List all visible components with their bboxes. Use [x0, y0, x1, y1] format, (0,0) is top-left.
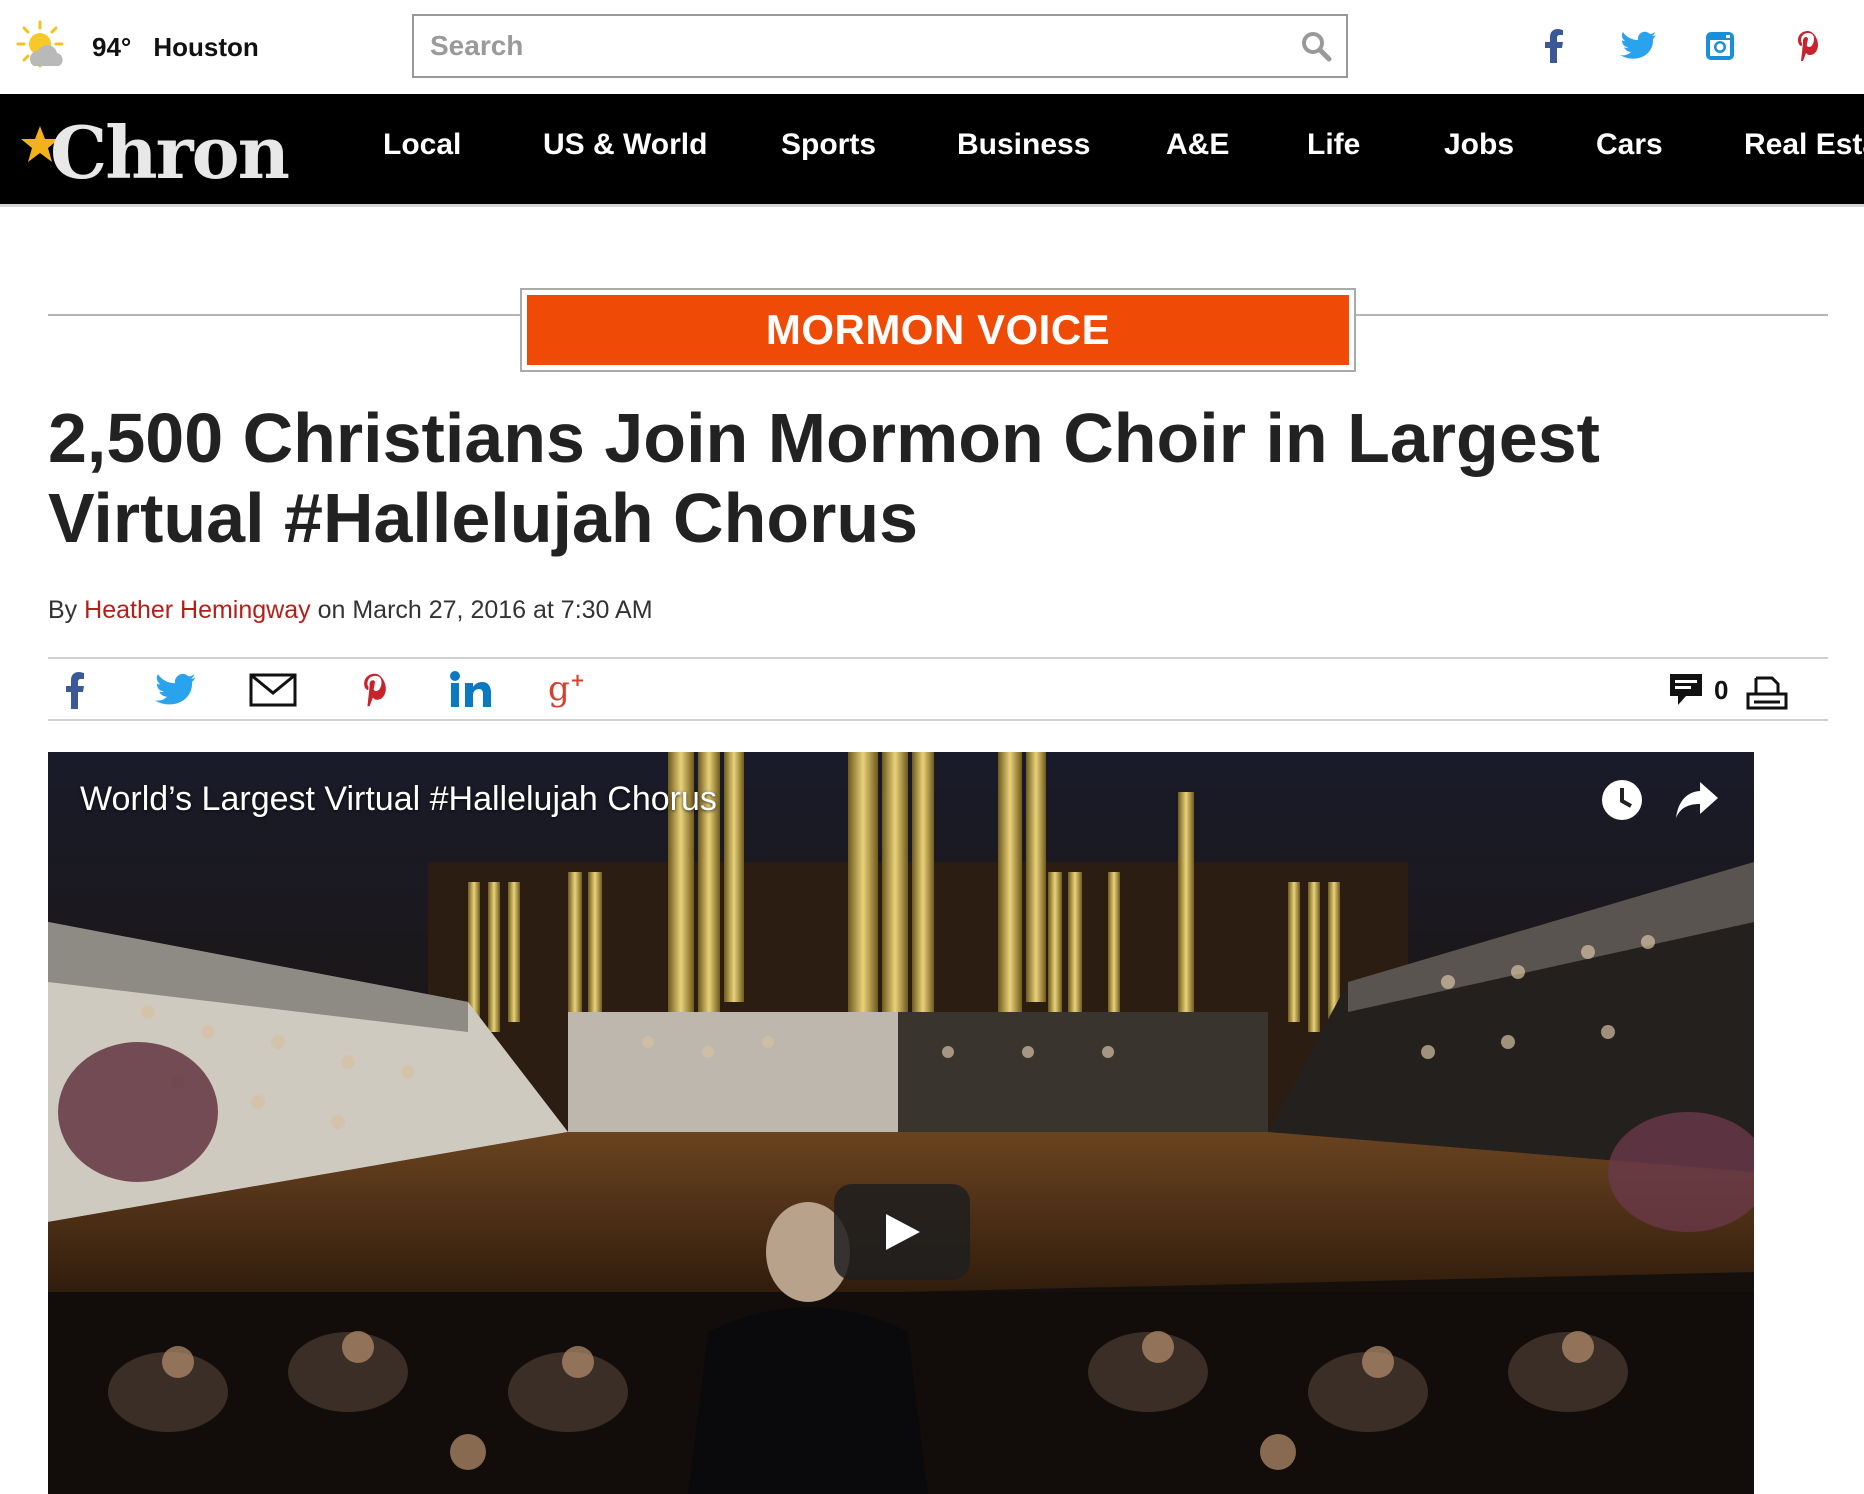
main-navigation: Chron Local US & World Sports Business A… — [0, 94, 1864, 204]
nav-item-local[interactable]: Local — [383, 128, 461, 162]
twitter-icon[interactable] — [150, 668, 200, 712]
byline-prefix: By — [48, 596, 78, 624]
chron-logo[interactable]: Chron — [20, 108, 310, 195]
search-icon[interactable] — [1300, 30, 1332, 62]
nav-item-cars[interactable]: Cars — [1596, 128, 1663, 162]
nav-item-life[interactable]: Life — [1307, 128, 1360, 162]
weather-temperature: 94° — [92, 31, 132, 62]
section-badge[interactable]: MORMON VOICE — [520, 288, 1356, 372]
share-icon[interactable] — [1674, 778, 1720, 822]
share-bar-top-divider — [48, 657, 1828, 659]
pinterest-icon[interactable] — [1784, 22, 1832, 70]
nav-item-us-world[interactable]: US & World — [543, 128, 707, 162]
nav-item-jobs[interactable]: Jobs — [1444, 128, 1514, 162]
search-input[interactable] — [414, 16, 1274, 76]
top-utility-bar: 94° Houston — [0, 0, 1864, 94]
svg-text:g: g — [548, 670, 570, 709]
video-player[interactable]: World’s Largest Virtual #Hallelujah Chor… — [48, 752, 1754, 1494]
google-plus-icon[interactable]: g + — [544, 668, 594, 712]
article-byline: By Heather Hemingway on March 27, 2016 a… — [48, 596, 653, 625]
weather-widget[interactable]: 94° Houston — [16, 20, 259, 74]
video-thumbnail — [48, 752, 1754, 1494]
partly-sunny-icon — [16, 20, 70, 74]
author-link[interactable]: Heather Hemingway — [84, 596, 311, 624]
nav-item-business[interactable]: Business — [957, 128, 1090, 162]
video-title: World’s Largest Virtual #Hallelujah Chor… — [80, 780, 717, 818]
nav-item-ae[interactable]: A&E — [1166, 128, 1229, 162]
comments-link[interactable]: 0 — [1668, 672, 1728, 708]
facebook-icon[interactable] — [1530, 22, 1578, 70]
nav-item-real-estate[interactable]: Real Esta — [1744, 128, 1864, 162]
section-label: MORMON VOICE — [765, 306, 1111, 353]
pinterest-icon[interactable] — [350, 668, 400, 712]
svg-text:+: + — [570, 670, 585, 691]
social-links — [1530, 22, 1850, 70]
search-box — [412, 14, 1348, 78]
byline-date: on March 27, 2016 at 7:30 AM — [317, 596, 653, 624]
watch-later-icon[interactable] — [1600, 778, 1644, 822]
logo-text: Chron — [50, 110, 290, 195]
play-icon — [886, 1214, 920, 1250]
instagram-icon[interactable] — [1696, 22, 1744, 70]
article-headline: 2,500 Christians Join Mormon Choir in La… — [48, 399, 1600, 557]
play-button[interactable] — [834, 1184, 970, 1280]
email-icon[interactable] — [248, 668, 298, 712]
comment-count: 0 — [1714, 674, 1729, 705]
facebook-icon[interactable] — [50, 668, 100, 712]
twitter-icon[interactable] — [1614, 22, 1662, 70]
comment-icon — [1670, 674, 1702, 705]
share-bar-bottom-divider — [48, 719, 1828, 721]
print-icon[interactable] — [1746, 674, 1788, 712]
nav-shadow-divider — [0, 204, 1864, 207]
weather-city: Houston — [153, 31, 259, 62]
linkedin-icon[interactable] — [446, 668, 496, 712]
nav-item-sports[interactable]: Sports — [781, 128, 876, 162]
